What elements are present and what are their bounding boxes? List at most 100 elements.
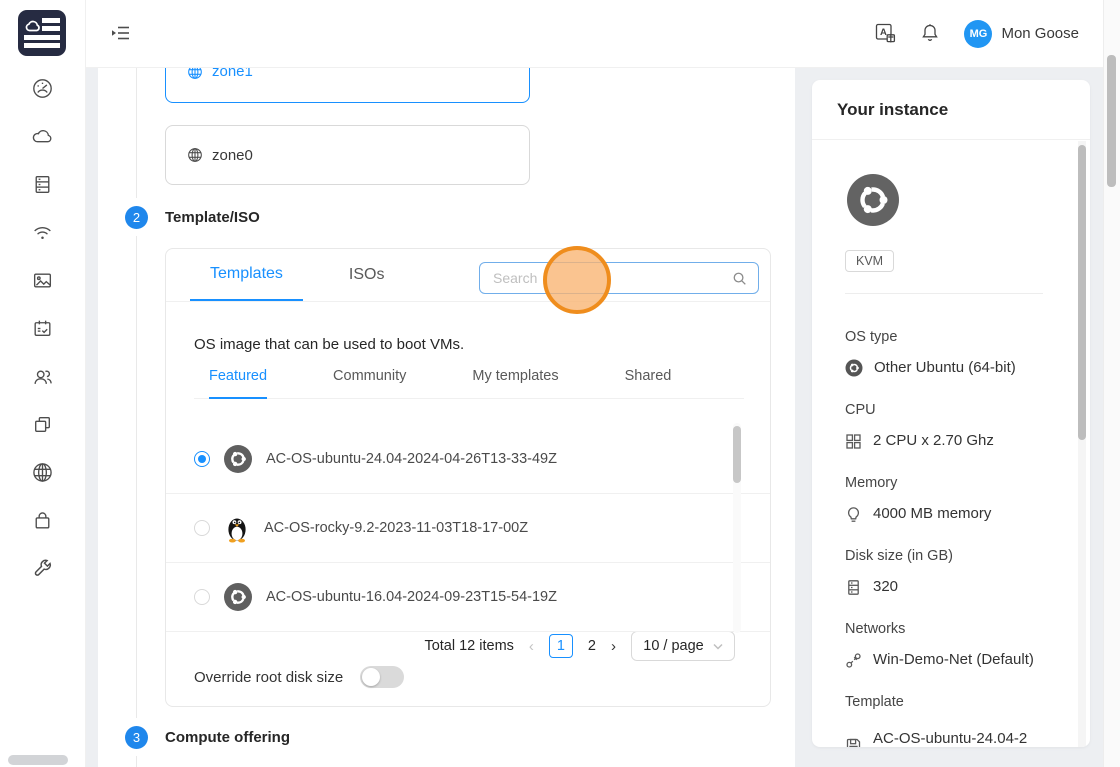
step-3-title: Compute offering [165,729,290,746]
spec-value-row: Other Ubuntu (64-bit) [845,358,1090,378]
template-row[interactable]: AC-OS-rocky-9.2-2023-11-03T18-17-00Z [166,494,770,563]
template-radio[interactable] [194,451,210,467]
bulb-icon [845,506,862,523]
template-name: AC-OS-ubuntu-24.04-2024-04-26T13-33-49Z [266,451,557,467]
template-filter-tabs: Featured Community My templates Shared [194,368,744,399]
infrastructure-icon[interactable] [31,461,54,484]
filter-tab-shared[interactable]: Shared [625,368,672,398]
tools-icon[interactable] [31,557,54,580]
panel-title: Your instance [837,100,1090,120]
svg-text:A: A [880,27,887,38]
dashboard-icon[interactable] [31,77,54,100]
spec-value: Win-Demo-Net (Default) [873,650,1034,670]
pagination-total: Total 12 items [424,638,513,654]
network-icon[interactable] [31,221,54,244]
left-sidebar [0,0,86,767]
user-name: Mon Goose [1001,25,1079,42]
list-scrollbar-thumb[interactable] [733,426,741,483]
page-scrollbar-track [1103,0,1120,767]
template-iso-card: Templates ISOs OS image that can be used… [165,248,771,707]
zone-card-zone0[interactable]: zone0 [165,125,530,185]
spec-value-row: 4000 MB memory [845,504,1090,524]
divider [845,293,1043,294]
appstore-icon [845,433,862,450]
click-indicator [543,246,611,314]
step-3-badge: 3 [125,726,148,749]
override-root-disk-label: Override root disk size [194,669,343,686]
pagination: Total 12 items ‹ 1 2 › 10 / page [166,632,735,660]
spec-value: AC-OS-ubuntu-24.04-2 [873,729,1027,748]
step-connector [136,756,137,767]
ubuntu-icon [845,172,1090,228]
template-row[interactable]: AC-OS-ubuntu-24.04-2024-04-26T13-33-49Z [166,425,770,494]
bell-icon[interactable] [920,23,940,44]
template-search [479,262,759,294]
template-name: AC-OS-rocky-9.2-2023-11-03T18-17-00Z [264,520,528,536]
sidebar-collapse-handle[interactable] [8,755,68,765]
page-size-value: 10 / page [643,638,703,654]
ubuntu-icon [223,444,253,474]
override-root-disk-toggle[interactable] [360,666,404,688]
filter-tab-featured[interactable]: Featured [209,368,267,399]
page-scrollbar-thumb[interactable] [1107,55,1116,187]
template-iso-tabbar: Templates ISOs [166,249,770,302]
ubuntu-icon [845,359,863,377]
filter-tab-my-templates[interactable]: My templates [472,368,558,398]
database-icon [845,579,862,596]
spec-label: Disk size (in GB) [845,548,1090,565]
step-2-title: Template/ISO [165,209,260,226]
header-actions: A MG Mon Goose [875,0,1079,67]
domains-icon[interactable] [31,413,54,436]
page-size-select[interactable]: 10 / page [631,631,735,661]
offerings-icon[interactable] [31,509,54,532]
users-icon[interactable] [31,365,54,388]
translate-icon[interactable]: A [875,23,896,44]
pagination-page-1[interactable]: 1 [549,634,573,658]
toggle-knob [362,668,380,686]
zone-label: zone0 [212,147,253,164]
tab-isos[interactable]: ISOs [329,249,405,301]
globe-icon [187,147,203,163]
override-root-disk-row: Override root disk size [194,666,770,688]
tab-templates[interactable]: Templates [190,249,303,301]
pagination-page-2[interactable]: 2 [588,638,596,654]
filter-tab-community[interactable]: Community [333,368,406,398]
template-description: OS image that can be used to boot VMs. [194,336,770,354]
ubuntu-icon [223,582,253,612]
api-icon [845,652,862,669]
cloud-icon[interactable] [31,125,54,148]
cloudstack-logo[interactable] [18,10,66,56]
step-connector [136,67,137,198]
panel-scrollbar-thumb[interactable] [1078,145,1086,440]
spec-value: 320 [873,577,898,597]
template-radio[interactable] [194,589,210,605]
spec-value-row: Win-Demo-Net (Default) [845,650,1090,670]
search-icon[interactable] [732,271,747,286]
spec-label: Networks [845,621,1090,638]
chevron-down-icon [713,643,723,650]
template-list: AC-OS-ubuntu-24.04-2024-04-26T13-33-49Z [166,425,770,632]
spec-label: Template [845,694,1090,711]
template-name: AC-OS-ubuntu-16.04-2024-09-23T15-54-19Z [266,589,557,605]
sidebar-menu [0,77,85,580]
images-icon[interactable] [31,269,54,292]
spec-value-row: 320 [845,577,1090,597]
top-header: A MG Mon Goose [85,0,1104,68]
user-menu[interactable]: MG Mon Goose [964,20,1079,48]
template-row[interactable]: AC-OS-ubuntu-16.04-2024-09-23T15-54-19Z [166,563,770,632]
save-icon [845,737,862,747]
create-instance-page: zone1 zone0 2 Template/ISO Templates ISO… [0,0,1120,767]
template-radio[interactable] [194,520,210,536]
spec-value-row: 2 CPU x 2.70 Ghz [845,431,1090,451]
storage-icon[interactable] [31,173,54,196]
pagination-prev-icon[interactable]: ‹ [529,638,534,655]
spec-label: Memory [845,475,1090,492]
menu-unfold-icon[interactable] [110,23,131,43]
events-icon[interactable] [31,317,54,340]
spec-label: CPU [845,402,1090,419]
panel-body: KVM OS type Other Ubuntu (64-bit) CPU [812,140,1090,747]
pagination-next-icon[interactable]: › [611,638,616,655]
spec-label: OS type [845,329,1090,346]
avatar: MG [964,20,992,48]
spec-value-row: AC-OS-ubuntu-24.04-2 [845,723,1090,747]
